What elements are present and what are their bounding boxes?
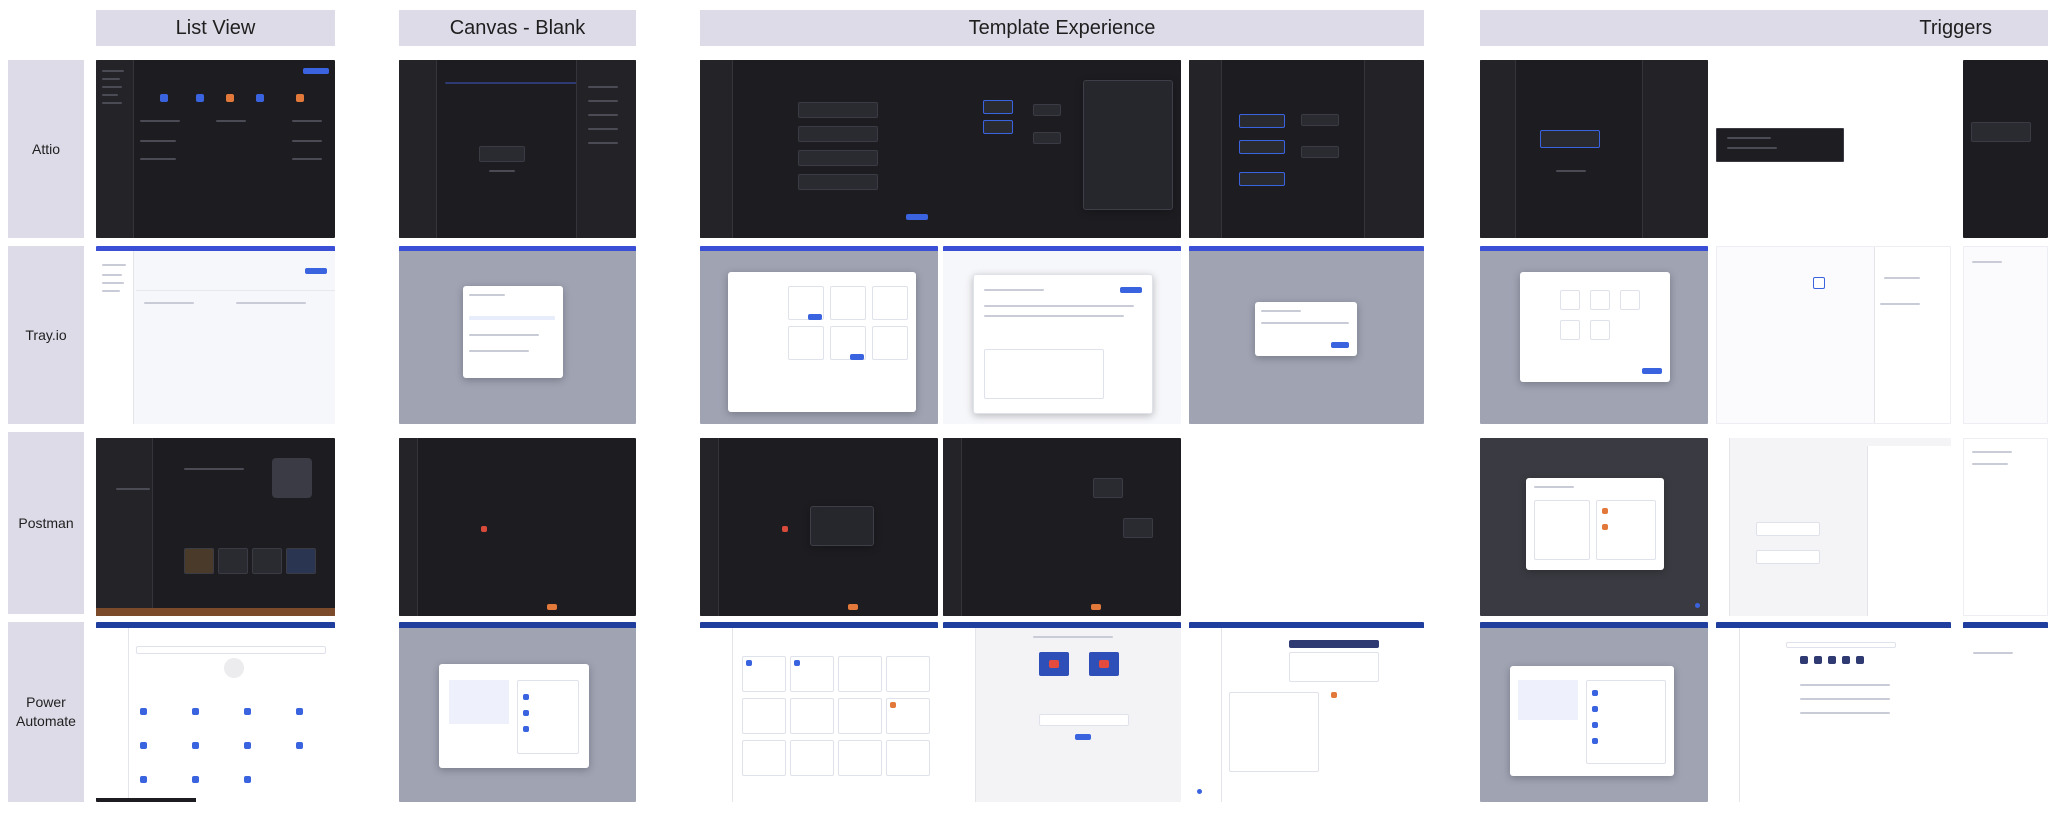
screenshot-postman-template-applied[interactable] [943, 438, 1181, 616]
screenshot-trayio-trigger-config[interactable] [1716, 246, 1951, 424]
screenshot-trayio-use-template[interactable] [1189, 246, 1424, 424]
column-header-list-view: List View [96, 10, 335, 46]
screenshot-trayio-template-detail[interactable] [943, 246, 1181, 424]
screenshot-trayio-list-view[interactable] [96, 246, 335, 424]
screenshot-power-automate-trigger-panel[interactable] [1963, 622, 2048, 802]
screenshot-power-automate-list-view[interactable] [96, 622, 335, 802]
column-header-template-experience: Template Experience [700, 10, 1424, 46]
row-label-attio: Attio [8, 60, 84, 238]
screenshot-postman-trigger-config[interactable] [1716, 438, 1951, 616]
screenshot-postman-list-view[interactable] [96, 438, 335, 616]
screenshot-power-automate-template-detail[interactable] [943, 622, 1181, 802]
screenshot-trayio-trigger-panel[interactable] [1963, 246, 2048, 424]
screenshot-postman-trigger-panel[interactable] [1963, 438, 2048, 616]
screenshot-attio-trigger-dropdown[interactable] [1716, 128, 1844, 162]
screenshot-power-automate-canvas-blank[interactable] [399, 622, 636, 802]
row-label-trayio: Tray.io [8, 246, 84, 424]
screenshot-trayio-triggers[interactable] [1480, 246, 1708, 424]
screenshot-attio-trigger-panel[interactable] [1963, 60, 2048, 238]
screenshot-attio-template-applied[interactable] [1189, 60, 1424, 238]
screenshot-power-automate-triggers[interactable] [1480, 622, 1708, 802]
screenshot-attio-template-experience[interactable] [700, 60, 1181, 238]
screenshot-power-automate-template-applied[interactable] [1189, 622, 1424, 802]
screenshot-postman-canvas-blank[interactable] [399, 438, 636, 616]
row-label-power-automate: Power Automate [8, 622, 84, 802]
screenshot-trayio-template-gallery[interactable] [700, 246, 938, 424]
row-label-postman: Postman [8, 432, 84, 614]
screenshot-attio-list-view[interactable] [96, 60, 335, 238]
screenshot-postman-triggers[interactable] [1480, 438, 1708, 616]
column-header-triggers: Triggers [1480, 10, 2048, 46]
screenshot-postman-template-picker[interactable] [700, 438, 938, 616]
screenshot-attio-triggers[interactable] [1480, 60, 1708, 238]
comparison-board: List View Canvas - Blank Template Experi… [0, 0, 2048, 813]
screenshot-power-automate-trigger-picker[interactable] [1716, 622, 1951, 802]
screenshot-trayio-canvas-blank[interactable] [399, 246, 636, 424]
screenshot-attio-canvas-blank[interactable] [399, 60, 636, 238]
column-header-canvas-blank: Canvas - Blank [399, 10, 636, 46]
screenshot-power-automate-template-gallery[interactable] [700, 622, 938, 802]
